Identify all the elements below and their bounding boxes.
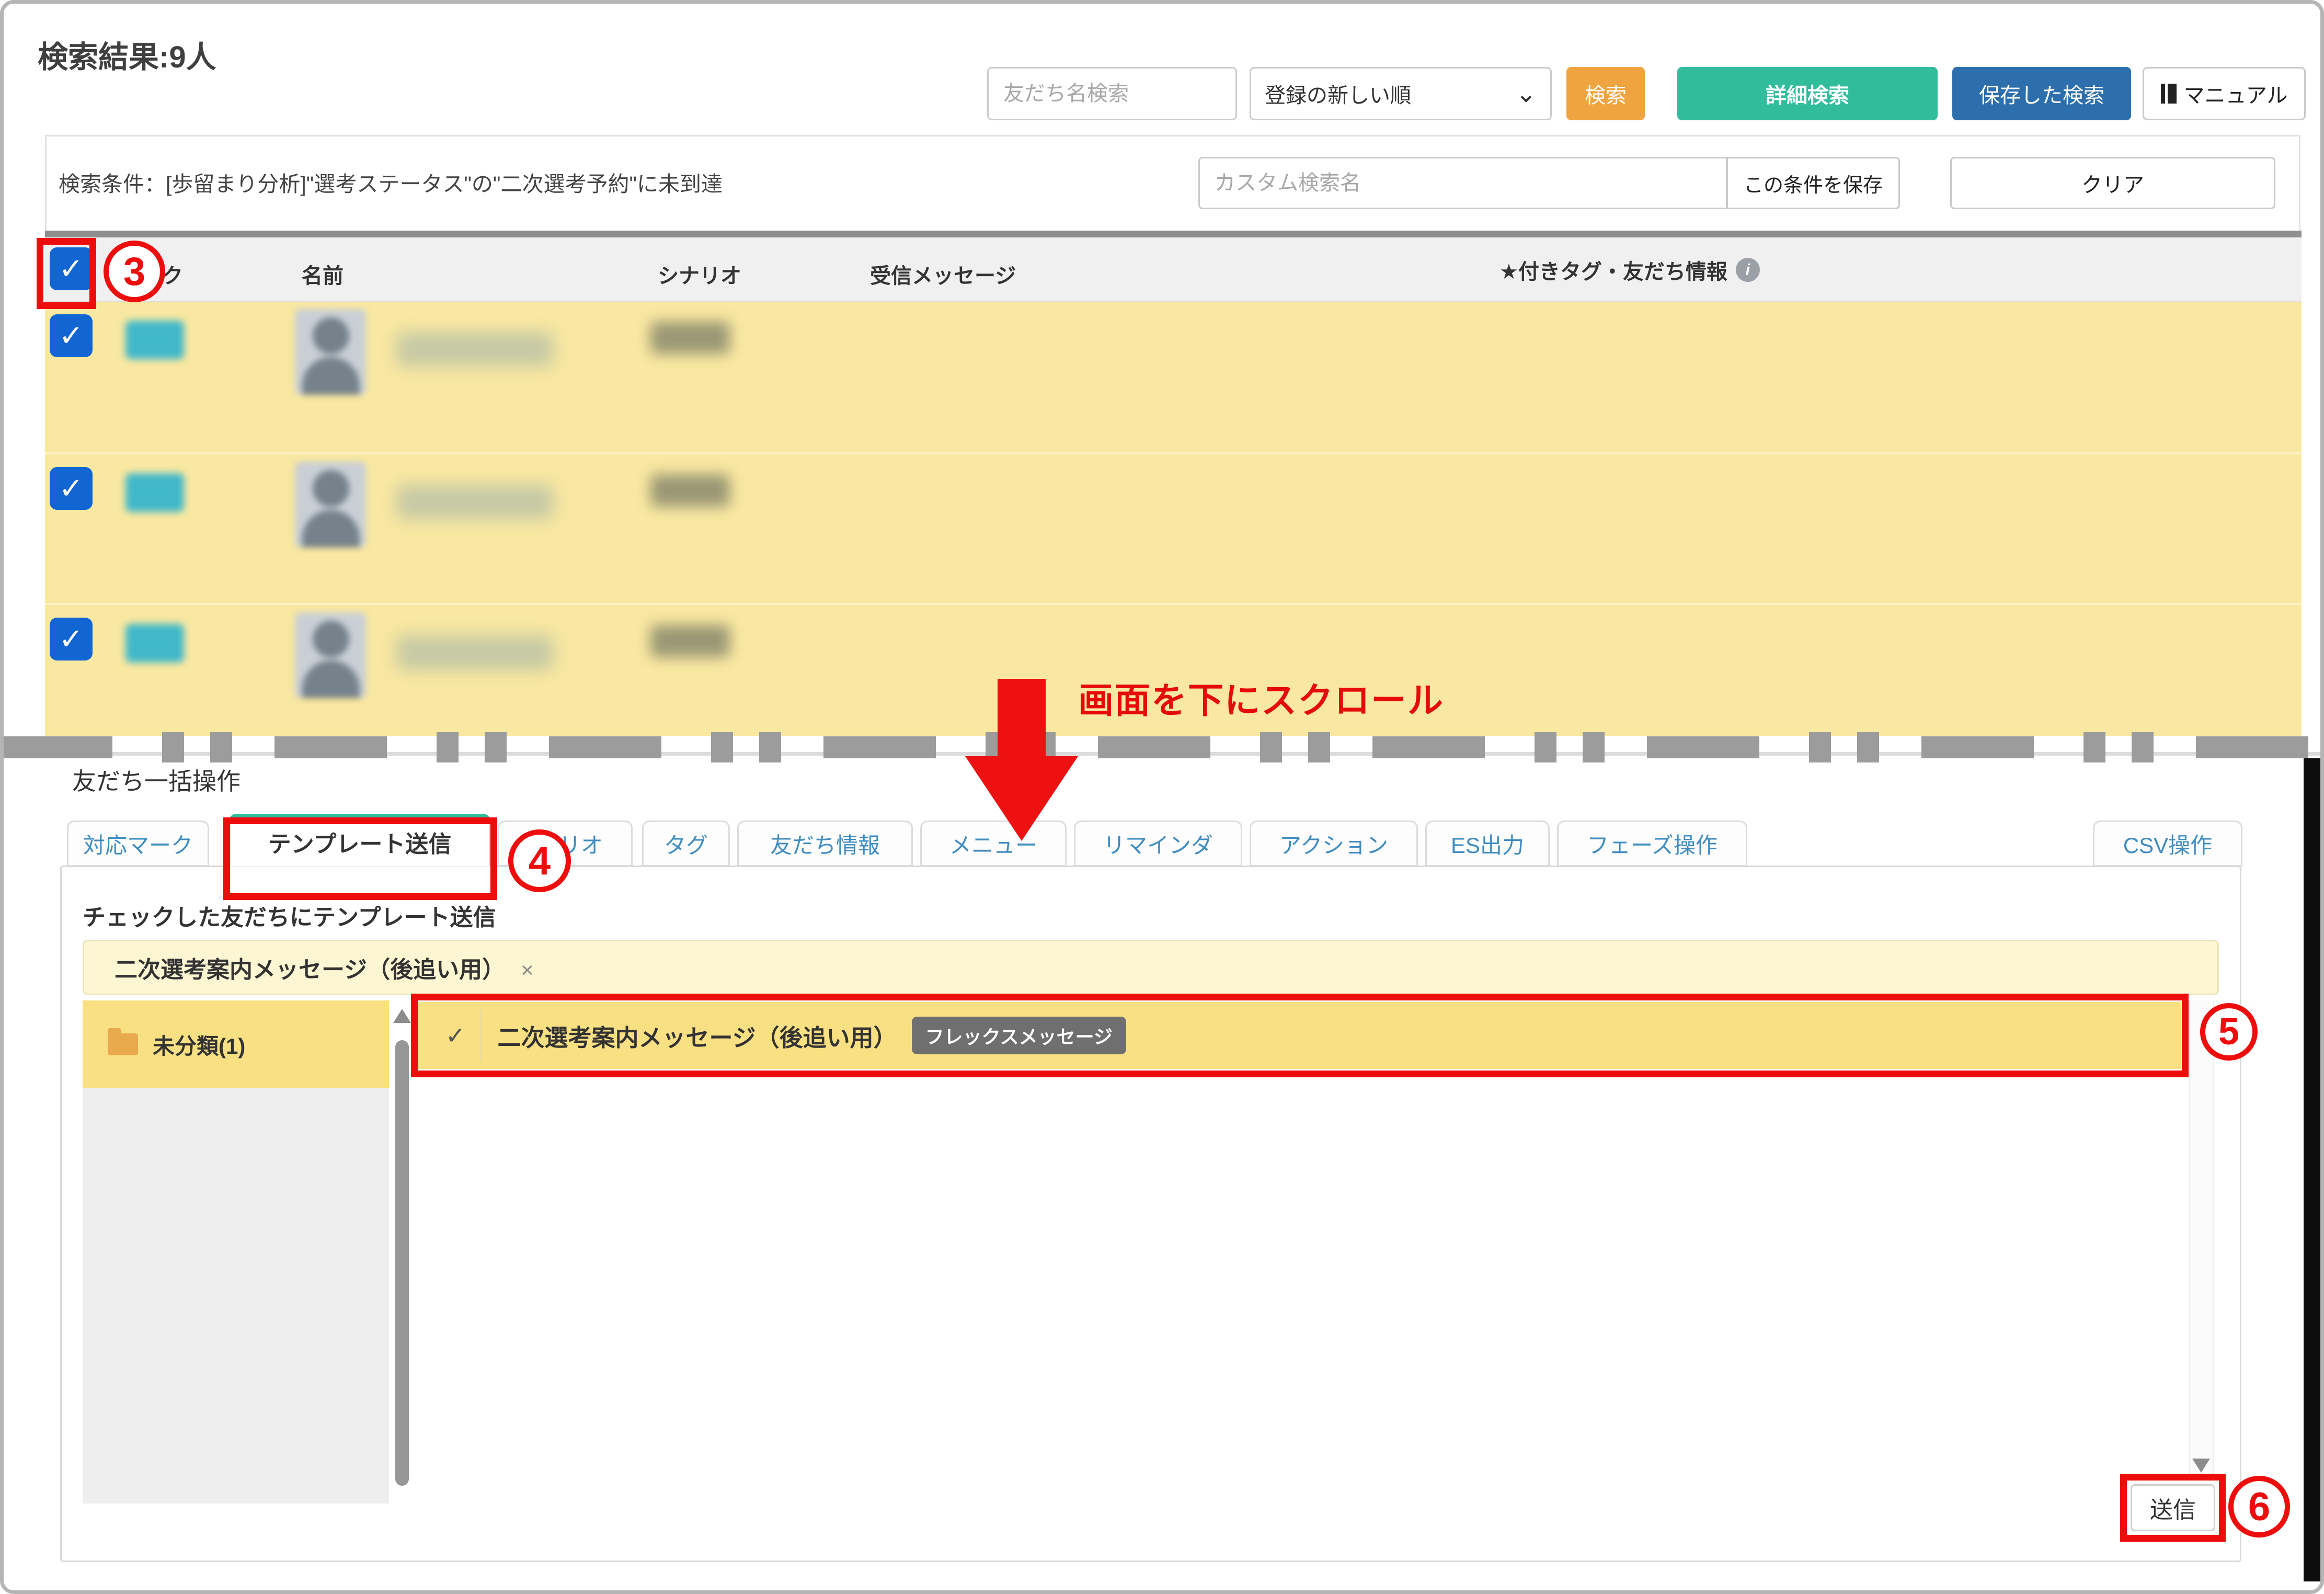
scroll-down-arrow-head <box>965 756 1078 841</box>
info-icon[interactable]: i <box>1736 258 1760 282</box>
results-table-body: ✓ ✓ ✓ <box>45 302 2302 736</box>
tear-divider-ticks <box>0 732 2324 762</box>
check-icon: ✓ <box>59 624 84 654</box>
selected-template-label: 二次選考案内メッセージ（後追い用） <box>115 951 505 984</box>
avatar <box>295 462 366 548</box>
annotation-box-template-row <box>411 994 2189 1077</box>
annotation-circle-5: 5 <box>2200 1003 2258 1061</box>
manual-button[interactable]: マニュアル <box>2143 67 2306 120</box>
mark-badge-blurred <box>125 321 184 359</box>
tab-reminder[interactable]: リマインダ <box>1074 821 1242 867</box>
column-header-scenario: シナリオ <box>658 259 741 289</box>
clear-button[interactable]: クリア <box>1950 157 2275 209</box>
page-title: 検索結果:9人 <box>38 32 216 76</box>
annotation-box-select-all <box>37 238 96 309</box>
folder-label: 未分類(1) <box>153 1029 245 1061</box>
mark-badge-blurred <box>125 473 184 512</box>
name-blurred <box>396 332 553 367</box>
friend-name-search-input[interactable] <box>987 67 1237 120</box>
row-checkbox[interactable]: ✓ <box>50 314 93 357</box>
row-checkbox[interactable]: ✓ <box>50 467 93 510</box>
tab-action[interactable]: アクション <box>1250 821 1418 867</box>
annotation-box-template-tab <box>223 817 497 900</box>
sort-order-select[interactable]: 登録の新しい順 ⌄ <box>1250 67 1552 120</box>
mark-badge-blurred <box>125 624 184 663</box>
template-scrollbar[interactable] <box>2189 1000 2214 1477</box>
folder-item-unclassified[interactable]: 未分類(1) <box>83 1000 389 1088</box>
check-icon: ✓ <box>59 474 84 503</box>
manual-button-label: マニュアル <box>2184 78 2288 109</box>
scenario-blurred <box>650 474 730 507</box>
avatar <box>295 309 366 395</box>
column-header-name: 名前 <box>302 259 344 289</box>
bulk-operations-heading: 友だち一括操作 <box>72 762 241 797</box>
column-header-received-message: 受信メッセージ <box>870 259 1016 289</box>
search-button[interactable]: 検索 <box>1566 67 1645 120</box>
chevron-down-icon: ⌄ <box>1516 79 1537 108</box>
scrollbar-up-arrow[interactable] <box>393 1009 411 1023</box>
saved-search-button[interactable]: 保存した検索 <box>1952 67 2131 120</box>
check-icon: ✓ <box>59 321 84 350</box>
tab-taioumaku[interactable]: 対応マーク <box>67 821 209 867</box>
folder-scrollbar[interactable] <box>391 1000 413 1504</box>
table-row[interactable]: ✓ <box>45 452 2302 605</box>
annotation-circle-6: 6 <box>2228 1476 2290 1538</box>
search-condition-label: 検索条件：[歩留まり分析]"選考ステータス"の"二次選考予約"に未到達 <box>59 166 723 198</box>
name-blurred <box>396 635 553 670</box>
tab-phase-operation[interactable]: フェーズ操作 <box>1557 821 1747 867</box>
table-row[interactable]: ✓ <box>45 302 2302 452</box>
sort-order-value: 登録の新しい順 <box>1265 78 1411 109</box>
column-header-starred-tag-info: ★付きタグ・友だち情報 i <box>1499 255 1760 285</box>
remove-template-icon[interactable]: × <box>521 958 534 983</box>
scroll-down-arrow-shaft <box>998 679 1046 757</box>
book-icon <box>2161 84 2177 104</box>
tab-csv-operation[interactable]: CSV操作 <box>2093 821 2242 867</box>
annotation-circle-4: 4 <box>508 829 571 892</box>
name-blurred <box>396 485 553 519</box>
custom-search-name-input[interactable] <box>1198 157 1727 209</box>
table-top-scrollbar[interactable] <box>45 231 2302 237</box>
row-checkbox[interactable]: ✓ <box>50 618 93 661</box>
scroll-down-note: 画面を下にスクロール <box>1078 671 1444 723</box>
tab-es-output[interactable]: ES出力 <box>1425 821 1550 867</box>
table-header <box>45 237 2302 302</box>
advanced-search-button[interactable]: 詳細検索 <box>1677 67 1938 120</box>
tab-friend-info[interactable]: 友だち情報 <box>737 821 913 867</box>
window-right-edge <box>2304 758 2324 1581</box>
page: 検索結果:9人 登録の新しい順 ⌄ 検索 詳細検索 保存した検索 マニュアル 検… <box>0 0 2324 1594</box>
annotation-circle-3: 3 <box>104 241 165 302</box>
annotation-box-send <box>2120 1474 2226 1542</box>
avatar <box>295 612 366 698</box>
selected-template-bar: 二次選考案内メッセージ（後追い用） × <box>83 940 2219 995</box>
template-folder-pane: 未分類(1) <box>83 1000 389 1504</box>
save-condition-button[interactable]: この条件を保存 <box>1726 157 1900 209</box>
scrollbar-thumb[interactable] <box>395 1040 409 1486</box>
scenario-blurred <box>650 625 730 657</box>
panel-heading: チェックした友だちにテンプレート送信 <box>83 898 496 932</box>
tab-tag[interactable]: タグ <box>642 821 730 867</box>
folder-icon <box>108 1033 138 1055</box>
scenario-blurred <box>650 322 730 354</box>
scrollbar-down-arrow[interactable] <box>2192 1459 2210 1473</box>
